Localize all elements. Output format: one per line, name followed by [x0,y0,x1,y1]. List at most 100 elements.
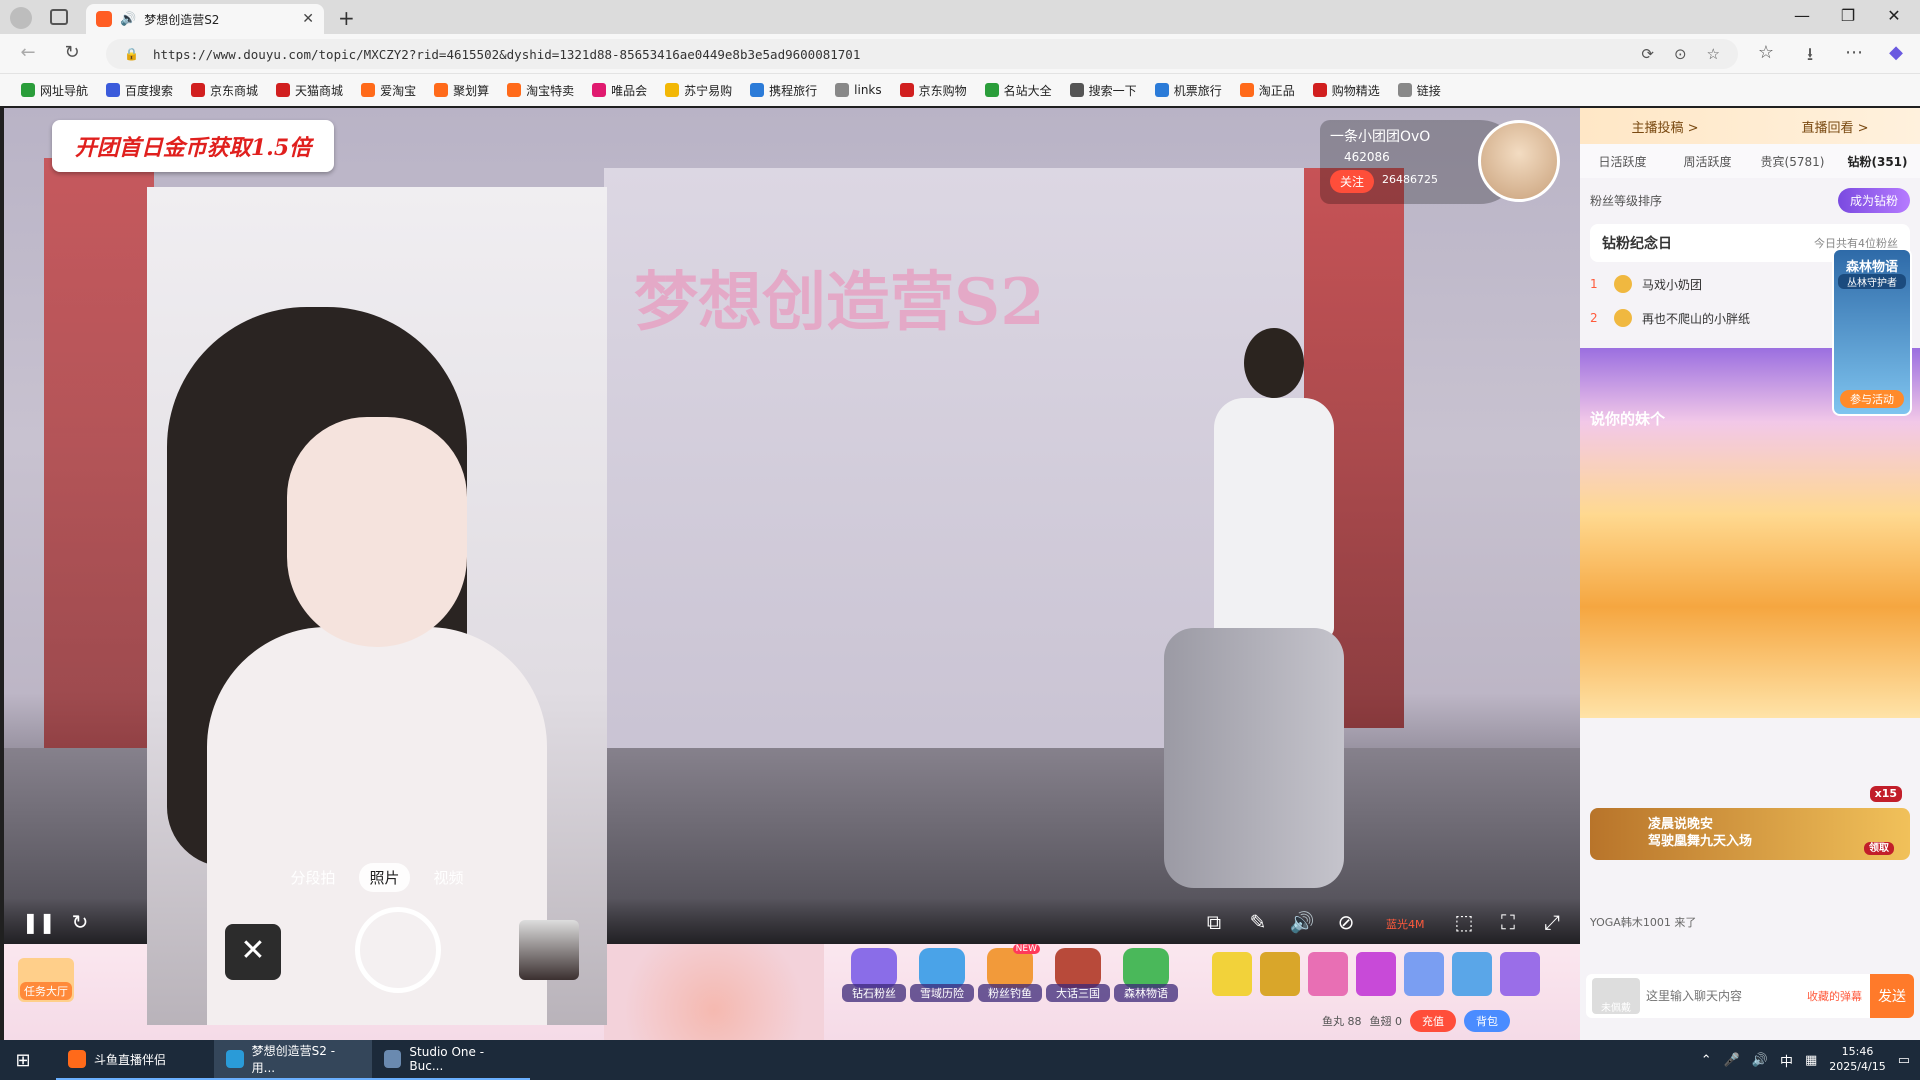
audio-playing-icon[interactable]: 🔊 [120,12,136,27]
rank-tab[interactable]: 周活跃度 [1665,153,1750,170]
taskbar-app[interactable]: Studio One - Buc... [372,1040,530,1080]
bookmark-item[interactable]: 淘正品 [1231,82,1304,99]
quality-selector[interactable]: 蓝光4M [1386,916,1425,932]
task-hall-button[interactable]: 任务大厅 [18,958,74,1002]
follow-button[interactable]: 关注 [1330,170,1375,193]
browser-tab[interactable]: 🔊 梦想创造营S2 ✕ [86,4,324,34]
speaker-icon[interactable]: 🔊 [1752,1053,1768,1068]
refresh-icon[interactable]: ↻ [60,42,84,63]
downloads-icon[interactable]: ⭳ [1798,42,1822,72]
bookmark-item[interactable]: 京东商城 [182,82,267,99]
gift-item[interactable]: 雪域历险 [910,948,974,1002]
new-tab-button[interactable]: + [338,6,355,30]
taskbar-app[interactable]: 斗鱼直播伴侣 [56,1040,214,1080]
ime-indicator[interactable]: 中 [1780,1051,1793,1070]
address-bar[interactable]: 🔒 https://www.douyu.com/topic/MXCZY2?rid… [106,39,1738,69]
backpack-gift-icon[interactable] [1260,952,1300,996]
gift-item[interactable]: 森林物语 [1114,948,1178,1002]
promo-banner[interactable]: 开团首日金币获取1.5倍 [52,120,334,172]
url-text[interactable]: https://www.douyu.com/topic/MXCZY2?rid=4… [153,47,1621,62]
join-event-button[interactable]: 参与活动 [1840,390,1904,408]
rank-tab[interactable]: 钻粉(351) [1835,153,1920,170]
notifications-icon[interactable]: ▭ [1898,1053,1910,1068]
pause-icon[interactable]: ❚❚ [22,910,56,934]
bookmark-item[interactable]: 网址导航 [12,82,97,99]
bookmark-item[interactable]: 机票旅行 [1146,82,1231,99]
site-info-icon[interactable]: 🔒 [124,47,139,61]
bookmark-item[interactable]: 聚划算 [425,82,498,99]
bookmark-item[interactable]: 购物精选 [1304,82,1389,99]
tab-actions-icon[interactable] [50,9,68,25]
bookmark-item[interactable]: 京东购物 [891,82,976,99]
bookmark-icon [106,83,121,97]
taskbar-app[interactable]: 梦想创造营S2 - 用... [214,1040,372,1080]
volume-icon[interactable]: 🔊 [1288,910,1316,934]
replay-link[interactable]: 直播回看 > [1750,117,1920,136]
bookmark-item[interactable]: 天猫商城 [267,82,352,99]
microphone-icon[interactable]: 🎤 [1724,1053,1740,1068]
wide-mode-icon[interactable]: ⬚ [1450,910,1478,934]
settings-more-icon[interactable]: ⋯ [1842,42,1866,63]
bookmark-item[interactable]: 唯品会 [583,82,656,99]
bookmark-item[interactable]: 名站大全 [976,82,1061,99]
web-fullscreen-icon[interactable]: ⛶ [1494,910,1522,934]
bookmark-item[interactable]: 搜索一下 [1061,82,1146,99]
bookmark-label: 百度搜索 [125,83,174,98]
last-photo-thumbnail[interactable] [519,920,579,980]
rank-tab[interactable]: 日活跃度 [1580,153,1665,170]
become-diamond-fan-button[interactable]: 成为钻粉 [1837,187,1910,213]
copilot-icon[interactable]: ◆ [1884,42,1908,63]
back-icon[interactable]: ← [16,42,40,63]
backpack-gift-icon[interactable] [1500,952,1540,996]
backpack-gift-icon[interactable] [1212,952,1252,996]
capture-mode-tab[interactable]: 照片 [359,863,410,892]
windows-start-icon[interactable]: ⊞ [0,1050,46,1071]
bookmark-item[interactable]: 链接 [1389,82,1450,99]
capture-mode-tab[interactable]: 分段拍 [280,863,345,892]
backpack-gift-icon[interactable] [1308,952,1348,996]
gift-item[interactable]: 大话三国 [1046,948,1110,1002]
bookmark-item[interactable]: links [826,83,890,97]
close-camera-button[interactable]: ✕ [225,924,281,980]
tray-overflow-icon[interactable]: ⌃ [1701,1053,1712,1068]
backpack-gift-icon[interactable] [1452,952,1492,996]
bookmark-item[interactable]: 携程旅行 [741,82,826,99]
ime-mode-icon[interactable]: ▦ [1805,1053,1817,1068]
clock[interactable]: 15:46 2025/4/15 [1829,1045,1885,1075]
backpack-button[interactable]: 背包 [1464,1010,1510,1032]
gift-item[interactable]: 钻石粉丝 [842,948,906,1002]
rank-tab[interactable]: 贵宾(5781) [1750,153,1835,170]
fan-badge-slot[interactable]: 未佩戴 [1592,978,1640,1014]
bookmark-item[interactable]: 百度搜索 [97,82,182,99]
shutter-button[interactable] [355,907,441,993]
streamer-avatar[interactable] [1478,120,1560,202]
minimize-button[interactable]: — [1782,6,1822,25]
screenshot-icon[interactable]: ⧉ [1200,910,1228,934]
restore-button[interactable]: ❐ [1828,6,1868,25]
barrage-toggle-icon[interactable]: ⊘ [1332,910,1360,934]
favorites-icon[interactable]: ☆ [1754,42,1778,63]
backpack-gift-icon[interactable] [1404,952,1444,996]
edit-icon[interactable]: ✎ [1244,910,1272,934]
fullscreen-icon[interactable]: ⤢ [1538,910,1566,934]
bookmark-item[interactable]: 苏宁易购 [656,82,741,99]
chat-input[interactable] [1646,989,1807,1003]
anchor-submit-link[interactable]: 主播投稿 > [1580,117,1750,136]
close-window-button[interactable]: ✕ [1874,6,1914,25]
bookmark-item[interactable]: 爱淘宝 [352,82,425,99]
reload-stream-icon[interactable]: ↻ [66,910,94,934]
send-button[interactable]: 发送 [1870,974,1914,1018]
capture-mode-tab[interactable]: 视频 [424,863,474,892]
close-tab-icon[interactable]: ✕ [302,11,314,27]
recharge-button[interactable]: 充值 [1410,1010,1456,1032]
more-tools-icon[interactable]: ⊙ [1674,45,1687,63]
claim-button[interactable]: 领取 [1864,842,1894,855]
favorite-star-icon[interactable]: ☆ [1707,45,1720,63]
gift-item[interactable]: 粉丝钓鱼 NEW [978,944,1042,1002]
bookmark-item[interactable]: 淘宝特卖 [498,82,583,99]
forest-event-card[interactable]: 森林物语 丛林守护者 参与活动 [1832,248,1912,416]
color-barrage-button[interactable]: 收藏的弹幕 [1807,988,1862,1004]
backpack-gift-icon[interactable] [1356,952,1396,996]
profile-icon[interactable] [10,7,32,29]
translate-icon[interactable]: ⟳ [1641,45,1654,63]
